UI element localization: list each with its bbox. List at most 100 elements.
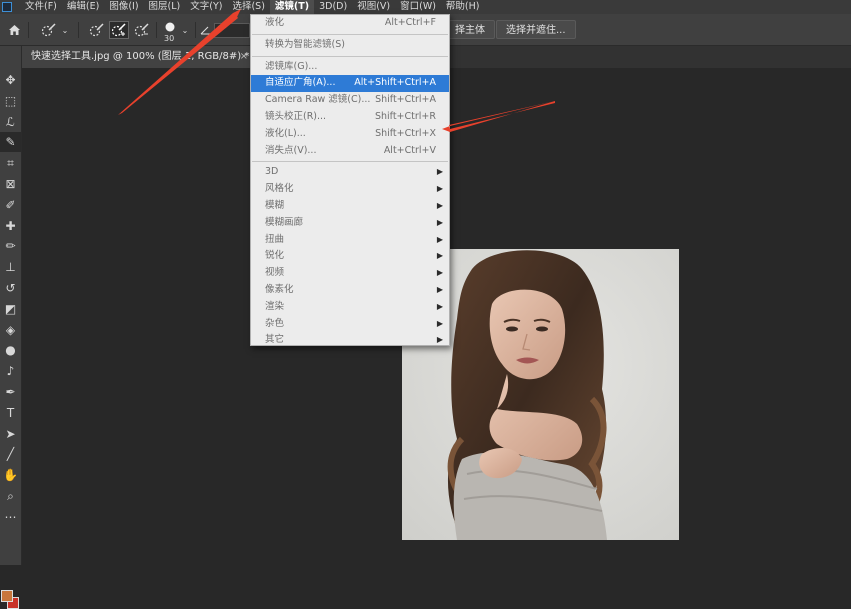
clone-stamp-tool-icon[interactable]: ⊥ [0, 257, 21, 277]
filter-menu-items: 液化 Alt+Ctrl+F 转换为智能滤镜(S) 滤镜库(G)... 自适应广角(A).… [251, 15, 449, 349]
crop-tool-icon[interactable]: ⌗ [0, 153, 21, 173]
move-tool-icon[interactable]: ✥ [0, 70, 21, 90]
menu-item-label: 镜头校正(R)... [265, 110, 327, 122]
hand-tool-icon[interactable]: ✋ [0, 465, 21, 485]
lasso-tool-icon[interactable]: ℒ [0, 112, 21, 132]
annotation-arrow-to-liquify [442, 101, 555, 132]
menu-item-label: 扭曲 [265, 233, 285, 245]
filter-menu-item[interactable]: 锐化 ▶ [251, 248, 449, 265]
submenu-arrow-icon: ▶ [436, 301, 443, 311]
menu-bar: 文件(F) 编辑(E) 图像(I) 图层(L) 文字(Y) 选择(S) 滤镜(T) 3D(D)… [0, 0, 851, 14]
angle-icon [199, 21, 211, 39]
history-brush-tool-icon[interactable]: ↺ [0, 278, 21, 298]
filter-menu-item[interactable]: 渲染 ▶ [251, 299, 449, 316]
menu-item[interactable]: 文字(Y) [185, 0, 227, 14]
path-selection-tool-icon[interactable]: ➤ [0, 424, 21, 444]
add-to-selection-brush-icon[interactable] [109, 21, 129, 39]
menu-filter-active[interactable]: 滤镜(T) [269, 0, 315, 14]
brush-tool-icon[interactable]: ✏ [0, 236, 21, 256]
photoshop-logo-icon [2, 2, 12, 12]
submenu-arrow-icon: ▶ [436, 234, 443, 244]
filter-menu-item[interactable]: 像素化 ▶ [251, 282, 449, 299]
pen-tool-icon[interactable]: ✒ [0, 382, 21, 402]
brush-chevron-down-icon[interactable]: ⌄ [181, 21, 189, 39]
preset-chevron-down-icon[interactable]: ⌄ [61, 21, 69, 39]
menu-item[interactable]: 窗口(W) [395, 0, 441, 14]
document-tab[interactable]: 快速选择工具.jpg @ 100% (图层 1, RGB/8#) * × [22, 46, 252, 68]
filter-menu-item[interactable]: 杂色 ▶ [251, 316, 449, 333]
dodge-tool-icon[interactable]: ♪ [0, 361, 21, 381]
menu-item[interactable]: 3D(D) [314, 0, 352, 14]
filter-menu-item[interactable]: Camera Raw 滤镜(C)... Shift+Ctrl+A [251, 92, 449, 109]
menu-item-label: 杂色 [265, 317, 285, 329]
filter-menu-item[interactable]: 液化 Alt+Ctrl+F [251, 15, 449, 32]
menu-item-shortcut: Shift+Ctrl+A [375, 94, 436, 106]
menu-item-label: 模糊 [265, 199, 285, 211]
menu-item-label: 其它 [265, 334, 285, 346]
filter-menu-item[interactable]: 扭曲 ▶ [251, 232, 449, 249]
menu-separator [252, 161, 448, 163]
filter-menu-item[interactable]: 风格化 ▶ [251, 181, 449, 198]
filter-menu-item[interactable]: 镜头校正(R)... Shift+Ctrl+R [251, 109, 449, 126]
eraser-tool-icon[interactable]: ◩ [0, 299, 21, 319]
filter-menu-item[interactable]: 液化(L)... Shift+Ctrl+X [251, 126, 449, 143]
quick-selection-tool-icon[interactable]: ✎ [0, 132, 21, 153]
menu-item-label: 转换为智能滤镜(S) [265, 38, 345, 50]
subtract-from-selection-brush-icon[interactable] [132, 21, 152, 39]
menu-item-label: 像素化 [265, 283, 294, 295]
menu-item[interactable]: 编辑(E) [62, 0, 104, 14]
menu-item[interactable]: 图层(L) [144, 0, 186, 14]
select-subject-button[interactable]: 择主体 [444, 20, 495, 39]
options-separator [78, 22, 79, 38]
menu-item-label: 3D [265, 166, 279, 178]
angle-input[interactable]: 0° [214, 23, 250, 38]
menu-item-label: Camera Raw 滤镜(C)... [265, 94, 371, 106]
filter-menu-item[interactable]: 3D ▶ [251, 164, 449, 181]
options-separator [156, 22, 157, 38]
filter-menu-dropdown: 液化 Alt+Ctrl+F 转换为智能滤镜(S) 滤镜库(G)... 自适应广角(A).… [250, 14, 450, 346]
menu-item-label: 渲染 [265, 300, 285, 312]
tool-preset-picker-icon[interactable] [38, 21, 60, 39]
marquee-tool-icon[interactable]: ⬚ [0, 91, 21, 111]
menu-item[interactable]: 帮助(H) [441, 0, 485, 14]
frame-tool-icon[interactable]: ⊠ [0, 174, 21, 194]
new-selection-brush-icon[interactable] [87, 21, 107, 39]
options-separator [195, 22, 196, 38]
tools-panel: ✥ ⬚ ℒ ✎ ⌗ ⊠ ✐ ✚ ✏ ⊥ ↺ ◩ ◈ ● ♪ ✒ T ➤ ╱ ✋ ⌕ ⋯ [0, 46, 22, 609]
filter-menu-item[interactable]: 视频 ▶ [251, 265, 449, 282]
close-tab-icon[interactable]: × [240, 46, 248, 68]
filter-menu-item[interactable]: 模糊 ▶ [251, 198, 449, 215]
zoom-tool-icon[interactable]: ⌕ [0, 486, 21, 506]
menu-item-shortcut: Alt+Ctrl+V [383, 144, 436, 156]
healing-brush-tool-icon[interactable]: ✚ [0, 216, 21, 236]
submenu-arrow-icon: ▶ [436, 167, 443, 177]
paint-bucket-tool-icon[interactable]: ◈ [0, 320, 21, 340]
filter-menu-item[interactable]: 转换为智能滤镜(S) [251, 37, 449, 54]
brush-size-value: 30 [164, 34, 175, 43]
submenu-arrow-icon: ▶ [436, 200, 443, 210]
document-tab-title: 快速选择工具.jpg @ 100% (图层 1, RGB/8#) * [31, 51, 250, 62]
type-tool-icon[interactable]: T [0, 403, 21, 423]
menu-separator [252, 33, 448, 35]
select-and-mask-button[interactable]: 选择并遮住... [496, 20, 576, 39]
filter-menu-item[interactable]: 其它 ▶ [251, 332, 449, 349]
menu-item[interactable]: 选择(S) [227, 0, 269, 14]
filter-menu-item[interactable]: 模糊画廊 ▶ [251, 215, 449, 232]
menu-item-label: 液化(L)... [265, 127, 306, 139]
foreground-color-swatch[interactable] [1, 590, 13, 602]
submenu-arrow-icon: ▶ [436, 217, 443, 227]
eyedropper-tool-icon[interactable]: ✐ [0, 195, 21, 215]
home-icon[interactable] [6, 21, 22, 39]
blur-tool-icon[interactable]: ● [0, 340, 21, 360]
submenu-arrow-icon: ▶ [436, 318, 443, 328]
menu-item-shortcut: Alt+Ctrl+F [384, 17, 436, 28]
more-tools-icon[interactable]: ⋯ [0, 507, 21, 527]
line-tool-icon[interactable]: ╱ [0, 444, 21, 464]
menu-item[interactable]: 视图(V) [352, 0, 395, 14]
menu-item-adaptive-wide-angle[interactable]: 自适应广角(A)... Alt+Shift+Ctrl+A [251, 75, 449, 93]
menu-separator [252, 55, 448, 57]
filter-menu-item[interactable]: 滤镜库(G)... [251, 59, 449, 76]
menu-item[interactable]: 图像(I) [104, 0, 143, 14]
filter-menu-item[interactable]: 消失点(V)... Alt+Ctrl+V [251, 143, 449, 160]
menu-item[interactable]: 文件(F) [20, 0, 62, 14]
